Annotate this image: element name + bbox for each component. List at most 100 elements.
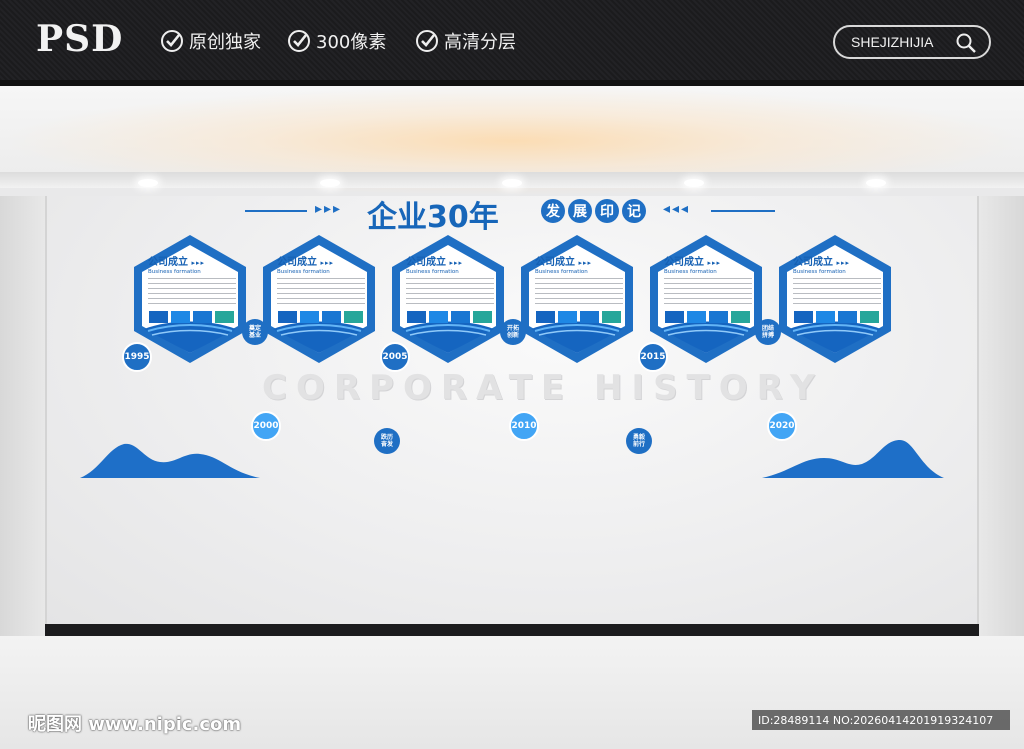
color-swatch [794,311,813,323]
card-title: 公司成立 ▸▸▸ [406,253,494,268]
top-banner: PSD 原创独家 300像素 高清分层 SHEJIZHIJIA [0,0,1024,86]
year-badge: 2020 [767,411,797,441]
color-swatch [580,311,599,323]
card-content: 公司成立 ▸▸▸ Business formation [277,253,365,308]
color-swatch [322,311,341,323]
motto-tag: 跌历 奋发 [374,428,400,454]
card-text-lines [148,278,236,304]
spotlight [866,179,886,187]
title-sub-char: 记 [622,199,646,223]
mountain-right [762,440,944,478]
card-text-lines [277,278,365,304]
card-title-text: 公司成立 [664,257,704,268]
card-swatches [407,311,492,323]
card-title: 公司成立 ▸▸▸ [535,253,623,268]
color-swatch [171,311,190,323]
card-title-text: 公司成立 [793,257,833,268]
card-title-arrows: ▸▸▸ [320,259,335,267]
card-text-lines [664,278,752,304]
baseboard [45,624,979,636]
motto-tag: 勇毅 前行 [626,428,652,454]
color-swatch [215,311,234,323]
check-circle-icon [416,30,438,52]
card-title-arrows: ▸▸▸ [707,259,722,267]
motto-tag: 团结 拼搏 [755,319,781,345]
timeline-card: 公司成立 ▸▸▸ Business formation [646,233,766,363]
card-title: 公司成立 ▸▸▸ [793,253,881,268]
check-circle-icon [288,30,310,52]
card-text-lines [793,278,881,304]
card-title-arrows: ▸▸▸ [449,259,464,267]
card-title-arrows: ▸▸▸ [578,259,593,267]
title-arrows-right: ◂◂◂ [663,201,691,217]
spotlight [684,179,704,187]
title-main: 企业30年 [367,200,499,235]
year-badge: 2000 [251,411,281,441]
color-swatch [816,311,835,323]
card-title-text: 公司成立 [148,257,188,268]
color-swatch [344,311,363,323]
title-line-right [711,210,775,212]
card-swatches [665,311,750,323]
feature-layers: 高清分层 [415,28,516,54]
card-content: 公司成立 ▸▸▸ Business formation [535,253,623,308]
feature-label: 高清分层 [444,32,516,53]
title-sub-char: 展 [568,199,592,223]
title-sub: 发 展 印 记 [541,199,646,223]
timeline-card: 公司成立 ▸▸▸ Business formation [388,233,508,363]
title-sub-char: 发 [541,199,565,223]
color-swatch [300,311,319,323]
card-title: 公司成立 ▸▸▸ [277,253,365,268]
color-swatch [451,311,470,323]
timeline-card: 公司成立 ▸▸▸ Business formation [259,233,379,363]
color-swatch [558,311,577,323]
search-button[interactable]: SHEJIZHIJIA [833,25,991,59]
card-title-arrows: ▸▸▸ [836,259,851,267]
feature-resolution: 300像素 [287,28,386,54]
color-swatch [838,311,857,323]
year-badge: 1995 [122,342,152,372]
card-swatches [278,311,363,323]
year-badge: 2010 [509,411,539,441]
color-swatch [193,311,212,323]
image-id: ID:28489114 NO:20260414201919324107 [752,710,1010,730]
color-swatch [731,311,750,323]
color-swatch [278,311,297,323]
card-title: 公司成立 ▸▸▸ [148,253,236,268]
timeline-card: 公司成立 ▸▸▸ Business formation [517,233,637,363]
color-swatch [860,311,879,323]
spotlight [502,179,522,187]
right-sidewall [979,196,1024,636]
card-title-text: 公司成立 [535,257,575,268]
psd-logo: PSD [36,18,124,60]
card-content: 公司成立 ▸▸▸ Business formation [406,253,494,308]
feature-label: 原创独家 [189,32,261,53]
color-swatch [536,311,555,323]
card-subtitle: Business formation [277,269,330,275]
card-swatches [536,311,621,323]
color-swatch [709,311,728,323]
corporate-history-text: CORPORATE HISTORY [262,368,824,408]
timeline-card: 公司成立 ▸▸▸ Business formation [775,233,895,363]
card-text-lines [535,278,623,304]
color-swatch [407,311,426,323]
title-arrows-left: ▸▸▸ [315,201,343,217]
card-swatches [794,311,879,323]
motto-tag: 开拓 创新 [500,319,526,345]
color-swatch [602,311,621,323]
card-content: 公司成立 ▸▸▸ Business formation [793,253,881,308]
card-title-text: 公司成立 [277,257,317,268]
feature-original: 原创独家 [160,28,261,54]
timeline-card: 公司成立 ▸▸▸ Business formation [130,233,250,363]
left-sidewall [0,196,45,636]
card-content: 公司成立 ▸▸▸ Business formation [148,253,236,308]
color-swatch [473,311,492,323]
title-line-left [245,210,307,212]
card-title: 公司成立 ▸▸▸ [664,253,752,268]
year-badge: 2015 [638,342,668,372]
search-label: SHEJIZHIJIA [851,34,934,50]
color-swatch [665,311,684,323]
color-swatch [429,311,448,323]
card-content: 公司成立 ▸▸▸ Business formation [664,253,752,308]
motto-tag: 奠定 基业 [242,319,268,345]
